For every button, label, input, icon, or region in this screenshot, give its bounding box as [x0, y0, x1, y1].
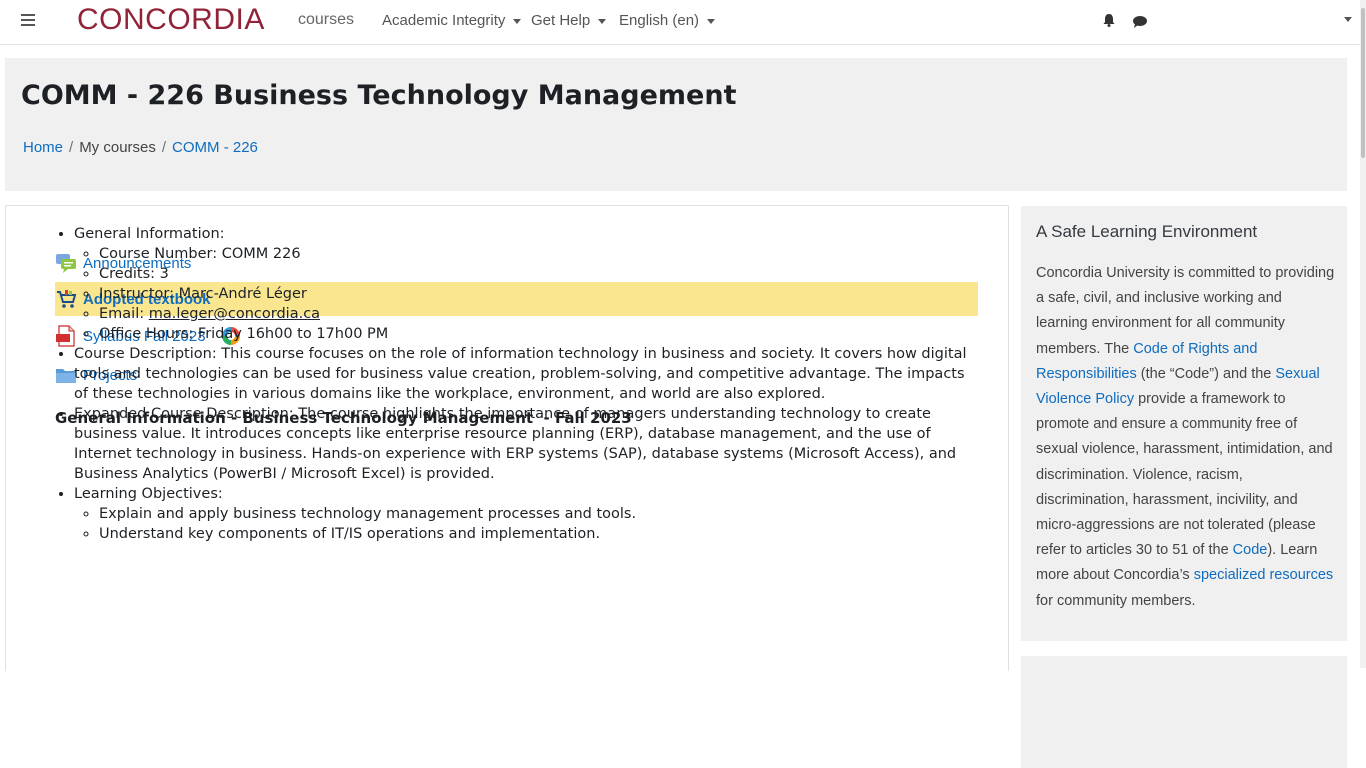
menu-label: English (en) [619, 12, 700, 29]
objectives-label: Learning Objectives: [74, 486, 223, 502]
list-item: Learning Objectives: Explain and apply b… [74, 484, 969, 544]
general-info-label: General Information: [74, 226, 225, 242]
menu-get-help[interactable]: Get Help [531, 12, 607, 29]
menu-label: Get Help [531, 12, 591, 29]
list-item: Credits: 3 [99, 264, 969, 284]
chevron-down-icon [513, 18, 522, 24]
page-header: COMM - 226 Business Technology Managemen… [5, 58, 1347, 191]
general-info-list: General Information: Course Number: COMM… [49, 224, 969, 544]
list-item: Course Number: COMM 226 [99, 244, 969, 264]
breadcrumb: Home / My courses / COMM - 226 [23, 139, 258, 156]
list-item: Office Hours: Friday 16h00 to 17h00 PM [99, 324, 969, 344]
menu-icon[interactable] [21, 14, 35, 27]
breadcrumb-my-courses: My courses [79, 139, 156, 156]
code-link[interactable]: Code [1233, 542, 1268, 558]
list-item: General Information: Course Number: COMM… [74, 224, 969, 344]
chevron-down-icon [598, 18, 607, 24]
list-item: Instructor: Marc-André Léger [99, 284, 969, 304]
list-item: Email: ma.leger@concordia.ca [99, 304, 969, 324]
chat-icon[interactable] [1132, 15, 1148, 28]
breadcrumb-home[interactable]: Home [23, 139, 63, 156]
list-item: Explain and apply business technology ma… [99, 504, 969, 524]
bell-icon[interactable] [1102, 13, 1116, 27]
brand-logo[interactable]: CONCORDIA [77, 3, 265, 37]
menu-label: Academic Integrity [382, 12, 506, 29]
email-label: Email: [99, 306, 149, 322]
specialized-resources-link[interactable]: specialized resources [1194, 567, 1333, 583]
menu-academic-integrity[interactable]: Academic Integrity [382, 12, 522, 29]
email-link[interactable]: ma.leger@concordia.ca [149, 306, 320, 322]
block-text-segment: for community members. [1036, 592, 1196, 609]
block-text-segment: (the “Code”) and the [1136, 365, 1276, 382]
list-item: Course Description: This course focuses … [74, 344, 969, 404]
list-item: Understand key components of IT/IS opera… [99, 524, 969, 544]
breadcrumb-separator: / [161, 139, 167, 156]
scrollbar-thumb[interactable] [1361, 8, 1365, 158]
block-text-segment: provide a framework to promote and ensur… [1036, 391, 1333, 559]
breadcrumb-separator: / [69, 139, 74, 156]
page-title: COMM - 226 Business Technology Managemen… [21, 80, 737, 111]
list-item: Expanded Course Description: The course … [74, 404, 969, 484]
safe-learning-block: A Safe Learning Environment Concordia Un… [1021, 206, 1347, 641]
block-text: Concordia University is committed to pro… [1036, 261, 1336, 614]
breadcrumb-course[interactable]: COMM - 226 [172, 139, 258, 156]
block-title: A Safe Learning Environment [1036, 222, 1258, 241]
user-menu-chevron-down-icon[interactable] [1344, 17, 1352, 22]
secondary-block [1021, 656, 1347, 768]
chevron-down-icon [707, 18, 716, 24]
brand-subtitle[interactable]: courses [298, 11, 354, 29]
top-navbar: CONCORDIA courses Academic Integrity Get… [0, 0, 1360, 45]
menu-language[interactable]: English (en) [619, 12, 716, 29]
